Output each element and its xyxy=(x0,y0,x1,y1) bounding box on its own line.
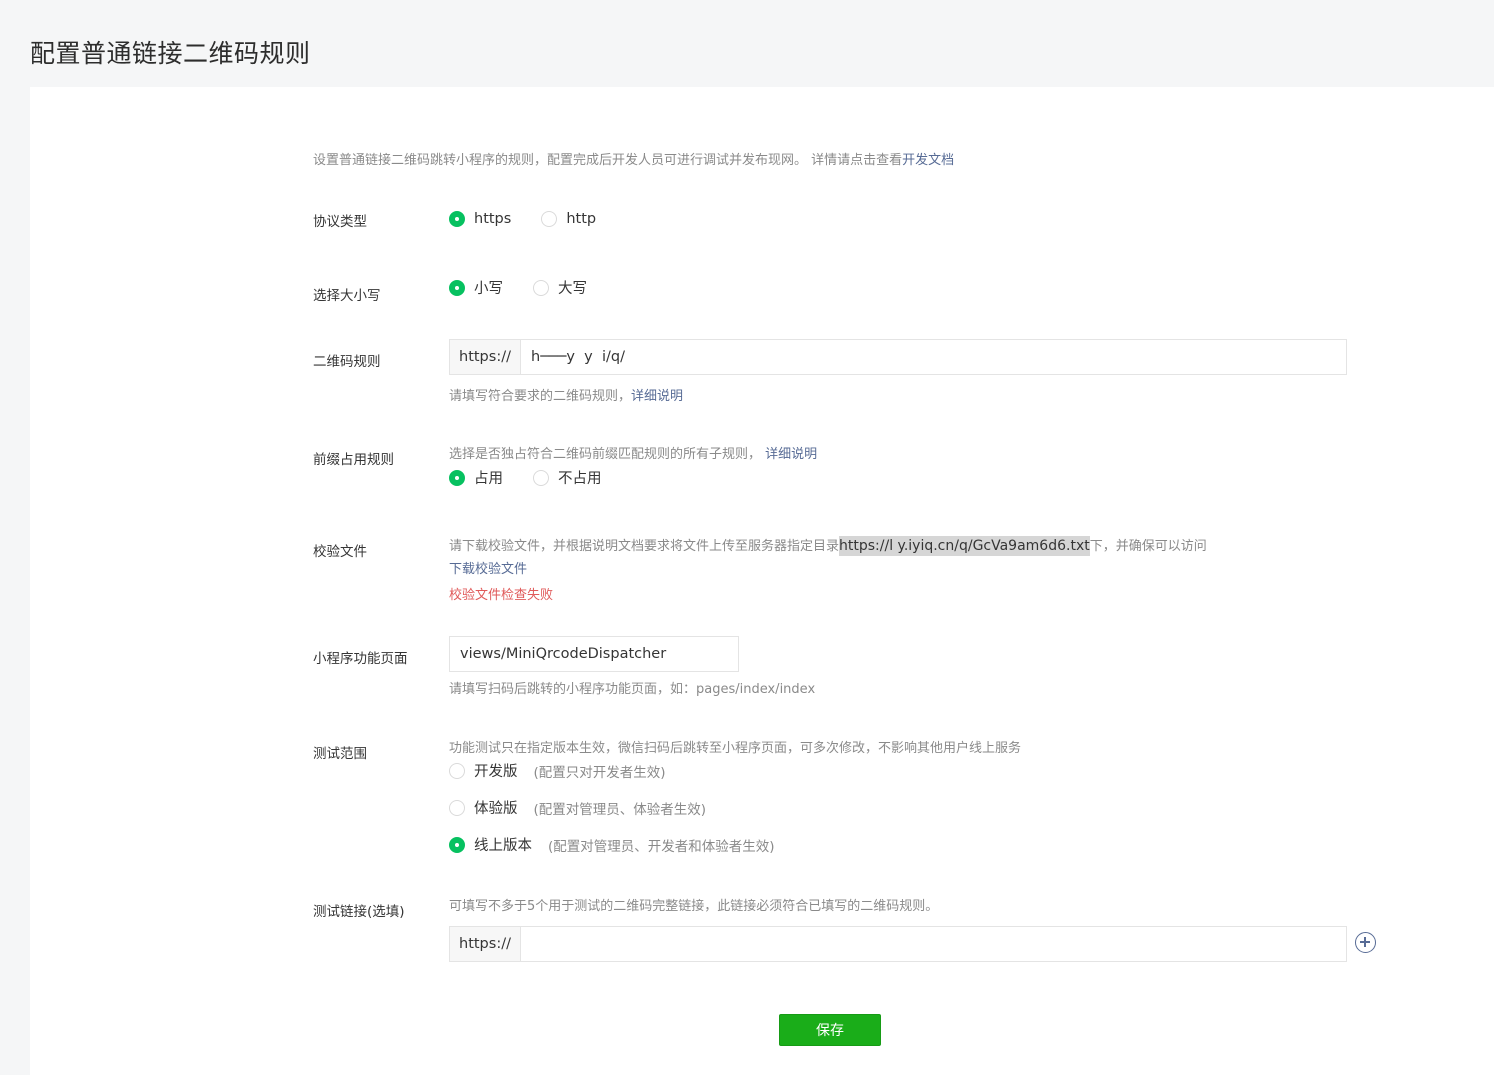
qr-rule-hint-text: 请填写符合要求的二维码规则， xyxy=(449,389,632,404)
qr-rule-input[interactable] xyxy=(521,340,1346,374)
rule-form-card: 设置普通链接二维码跳转小程序的规则，配置完成后开发人员可进行调试并发布现网。 详… xyxy=(30,87,1494,1075)
radio-label: 线上版本 xyxy=(474,838,532,854)
prefix-not-occupy-radio[interactable]: 不占用 xyxy=(533,467,602,488)
verify-url: https://l y.iyiq.cn/q/GcVa9am6d6.txt xyxy=(839,536,1090,556)
radio-label: https xyxy=(474,211,512,227)
protocol-https-radio[interactable]: https xyxy=(449,211,511,227)
radio-label: 占用 xyxy=(474,471,503,487)
test-scope-radio-group: 开发版 (配置只对开发者生效) 体验版 (配置对管理员、体验者生效) 线上版本 … xyxy=(449,760,805,871)
radio-label: 小写 xyxy=(474,281,503,297)
prefix-rule-hint-text: 选择是否独占符合二维码前缀匹配规则的所有子规则， xyxy=(449,447,762,462)
test-link-label: 测试链接(选填) xyxy=(313,904,405,920)
radio-label: 体验版 xyxy=(474,801,518,817)
case-label: 选择大小写 xyxy=(313,288,381,304)
page-title: 配置普通链接二维码规则 xyxy=(30,39,311,68)
mini-page-input[interactable] xyxy=(449,636,739,672)
radio-label: http xyxy=(566,211,597,227)
dev-docs-link[interactable]: 开发文档 xyxy=(902,153,954,168)
qr-rule-detail-link[interactable]: 详细说明 xyxy=(631,389,683,404)
intro-text: 设置普通链接二维码跳转小程序的规则，配置完成后开发人员可进行调试并发布现网。 详… xyxy=(313,149,954,168)
verify-text-before: 请下载校验文件，并根据说明文档要求将文件上传至服务器指定目录 xyxy=(449,539,840,554)
prefix-rule-hint: 选择是否独占符合二维码前缀匹配规则的所有子规则， 详细说明 xyxy=(449,443,817,462)
case-upper-radio[interactable]: 大写 xyxy=(533,277,587,298)
radio-unchecked-icon xyxy=(533,469,549,486)
radio-unchecked-icon xyxy=(449,799,465,816)
save-button[interactable]: 保存 xyxy=(779,1014,881,1046)
prefix-rule-radio-group: 占用 不占用 xyxy=(449,467,632,488)
radio-unchecked-icon xyxy=(449,762,465,779)
prefix-occupy-radio[interactable]: 占用 xyxy=(449,467,503,488)
test-link-hint: 可填写不多于5个用于测试的二维码完整链接，此链接必须符合已填写的二维码规则。 xyxy=(449,899,939,914)
test-scope-label: 测试范围 xyxy=(313,746,367,762)
mini-page-label: 小程序功能页面 xyxy=(313,651,408,667)
test-link-input-group: https:// xyxy=(449,926,1347,962)
test-link-input[interactable] xyxy=(521,927,1346,961)
radio-sublabel: (配置对管理员、开发者和体验者生效) xyxy=(548,838,775,855)
radio-checked-icon xyxy=(449,211,465,227)
add-test-link-icon[interactable] xyxy=(1355,932,1376,953)
radio-checked-icon xyxy=(449,836,465,853)
test-scope-hint: 功能测试只在指定版本生效，微信扫码后跳转至小程序页面，可多次修改，不影响其他用户… xyxy=(449,741,1022,756)
prefix-rule-detail-link[interactable]: 详细说明 xyxy=(765,447,817,462)
protocol-label: 协议类型 xyxy=(313,214,367,230)
protocol-radio-group: https http xyxy=(449,211,626,227)
intro-description: 设置普通链接二维码跳转小程序的规则，配置完成后开发人员可进行调试并发布现网。 详… xyxy=(313,153,903,168)
test-link-prefix: https:// xyxy=(450,927,521,961)
verify-error-text: 校验文件检查失败 xyxy=(449,588,554,603)
verify-instruction: 请下载校验文件，并根据说明文档要求将文件上传至服务器指定目录https://l … xyxy=(449,535,1207,556)
radio-label: 不占用 xyxy=(558,471,602,487)
radio-sublabel: (配置只对开发者生效) xyxy=(533,764,666,781)
download-verify-file-link[interactable]: 下载校验文件 xyxy=(449,558,527,577)
qr-rule-hint: 请填写符合要求的二维码规则，详细说明 xyxy=(449,385,683,404)
qr-rule-input-group: https:// xyxy=(449,339,1347,375)
radio-label: 大写 xyxy=(558,281,587,297)
radio-unchecked-icon xyxy=(541,211,558,227)
protocol-http-radio[interactable]: http xyxy=(541,211,596,227)
radio-sublabel: (配置对管理员、体验者生效) xyxy=(533,801,707,818)
scope-online-radio[interactable]: 线上版本 (配置对管理员、开发者和体验者生效) xyxy=(449,834,775,855)
verify-text-after: 下，并确保可以访问 xyxy=(1089,539,1207,554)
scope-trial-radio[interactable]: 体验版 (配置对管理员、体验者生效) xyxy=(449,797,775,818)
verify-file-label: 校验文件 xyxy=(313,544,367,560)
radio-checked-icon xyxy=(449,469,465,486)
case-lower-radio[interactable]: 小写 xyxy=(449,277,503,298)
qr-rule-prefix: https:// xyxy=(450,340,521,374)
radio-label: 开发版 xyxy=(474,764,518,780)
radio-unchecked-icon xyxy=(533,279,549,296)
scope-dev-radio[interactable]: 开发版 (配置只对开发者生效) xyxy=(449,760,775,781)
prefix-rule-label: 前缀占用规则 xyxy=(313,452,394,468)
case-radio-group: 小写 大写 xyxy=(449,277,617,298)
mini-page-hint: 请填写扫码后跳转的小程序功能页面，如：pages/index/index xyxy=(449,682,816,697)
qr-rule-label: 二维码规则 xyxy=(313,354,381,370)
radio-checked-icon xyxy=(449,279,465,296)
